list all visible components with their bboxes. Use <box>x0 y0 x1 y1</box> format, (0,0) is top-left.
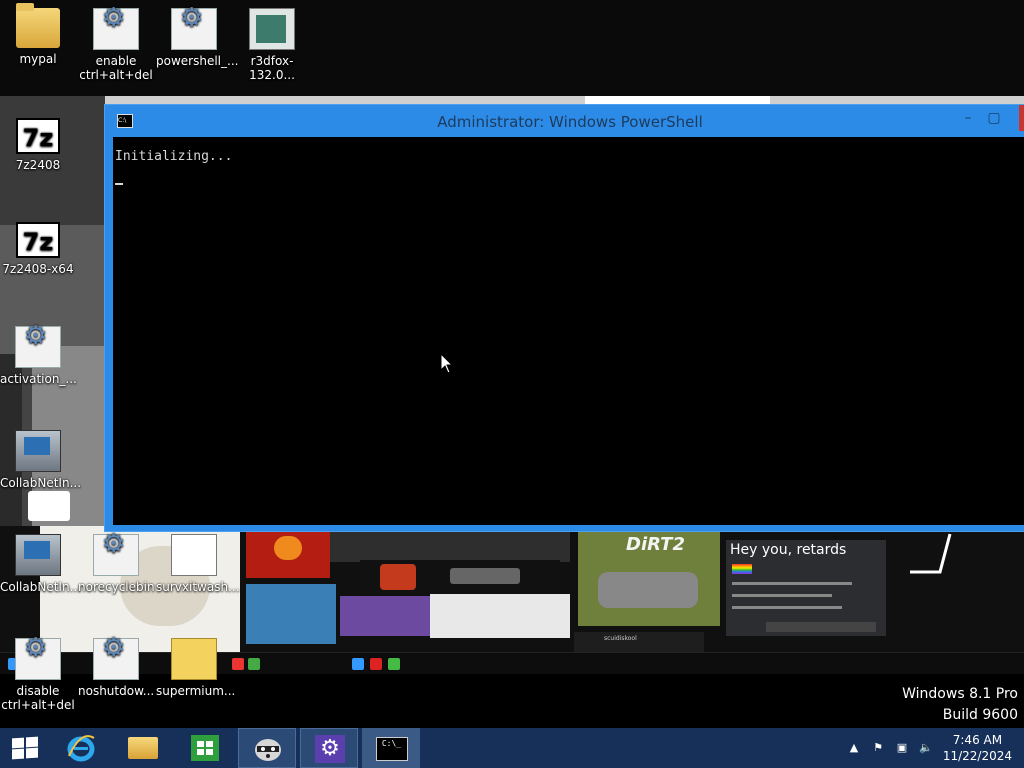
wallpaper-tile <box>360 560 560 594</box>
desktop-icon-collabnet-1[interactable]: CollabNetIn... <box>0 430 82 490</box>
network-icon[interactable]: ▣ <box>894 740 910 756</box>
desktop-icon-disable-ctrl-alt-del[interactable]: disable ctrl+alt+del <box>0 638 76 712</box>
desktop-icon-label: 7z2408 <box>15 158 61 172</box>
desktop-icon-powershell[interactable]: powershell_... <box>156 8 239 68</box>
raccoon-icon <box>253 735 283 763</box>
script-icon <box>15 638 61 680</box>
wallpaper-dirt2-tile: DiRT2 <box>578 530 720 626</box>
gear-icon: ⚙ <box>315 735 345 763</box>
desktop-icon-enable-ctrl-alt-del[interactable]: enable ctrl+alt+del <box>78 8 154 82</box>
wallpaper-discord-tile: Hey you, retards <box>726 540 886 636</box>
minimize-button[interactable]: – <box>955 107 981 131</box>
wallpaper-tile <box>340 596 430 636</box>
script-icon <box>93 638 139 680</box>
desktop-icon-label: powershell_... <box>156 54 239 68</box>
console-output-area[interactable]: Initializing... <box>113 137 1024 525</box>
windows-logo-icon <box>12 736 38 760</box>
script-icon <box>93 534 139 576</box>
desktop-icon-collabnet-2[interactable]: CollabNetIn... <box>0 534 82 594</box>
desktop-icon-survxitwash[interactable]: survxitwash... <box>156 534 240 594</box>
taskbar-file-explorer[interactable] <box>114 728 172 768</box>
clock-date: 11/22/2024 <box>942 749 1012 763</box>
wallpaper-tile <box>28 491 70 521</box>
desktop-icon-label: mypal <box>19 52 57 66</box>
folder-icon <box>16 3 60 48</box>
7zip-icon: 7z <box>16 118 60 154</box>
taskbar-powershell[interactable]: C:\_ <box>362 728 420 768</box>
taskbar-store[interactable] <box>176 728 234 768</box>
powershell-window[interactable]: C:\ Administrator: Windows PowerShell – … <box>104 104 1024 532</box>
console-icon: C:\_ <box>376 737 408 761</box>
wallpaper-tile <box>430 594 570 638</box>
wallpaper-tile: scuidiskool <box>574 632 704 652</box>
desktop-icon-label: disable ctrl+alt+del <box>1 684 75 712</box>
desktop-icon-label: survxitwash... <box>156 580 240 594</box>
show-hidden-icons-icon[interactable]: ▲ <box>846 740 862 756</box>
watermark-build: Build 9600 <box>942 707 1018 723</box>
desktop-icon-label: enable ctrl+alt+del <box>79 54 153 82</box>
desktop-icon-label: noshutdow... <box>78 684 155 698</box>
desktop-icon-label: CollabNetIn... <box>0 476 82 490</box>
script-icon <box>171 8 217 50</box>
desktop-icon-label: activation_... <box>0 372 77 386</box>
desktop-icon-r3dfox[interactable]: r3dfox-132.0... <box>234 8 310 82</box>
app-icon <box>249 8 295 50</box>
folder-icon <box>128 737 158 759</box>
taskbar-internet-explorer[interactable] <box>52 728 110 768</box>
store-icon <box>191 735 219 761</box>
wallpaper-tile <box>246 584 336 644</box>
box-icon <box>171 638 217 680</box>
desktop-icon-label: supermium... <box>156 684 236 698</box>
window-title: Administrator: Windows PowerShell <box>437 113 703 131</box>
windows-version-watermark: Windows 8.1 Pro Build 9600 <box>902 684 1018 726</box>
start-button[interactable] <box>0 728 58 768</box>
computer-icon <box>15 534 61 576</box>
taskbar: ⚙ C:\_ ▲ ⚑ ▣ 🔈 7:46 AM 11/22/2024 <box>0 728 1024 768</box>
script-icon <box>93 8 139 50</box>
taskbar-settings-app[interactable]: ⚙ <box>300 728 358 768</box>
desktop-icon-activation[interactable]: activation_... <box>0 326 77 386</box>
clock-time: 7:46 AM <box>952 733 1003 747</box>
desktop-icon-norecyclebin[interactable]: norecyclebin <box>78 534 155 594</box>
wallpaper-tile <box>585 96 770 104</box>
desktop-icon-label: r3dfox-132.0... <box>249 54 295 82</box>
ie-icon <box>66 734 96 762</box>
desktop-icon-label: norecyclebin <box>78 580 155 594</box>
desktop-icon-noshutdown[interactable]: noshutdow... <box>78 638 154 698</box>
taskbar-r3dfox[interactable] <box>238 728 296 768</box>
powershell-titlebar[interactable]: C:\ Administrator: Windows PowerShell – … <box>105 105 1024 137</box>
close-button[interactable] <box>1019 105 1024 131</box>
desktop-icon-mypal[interactable]: mypal <box>0 3 76 66</box>
action-center-flag-icon[interactable]: ⚑ <box>870 740 886 756</box>
desktop-icon-7z2408[interactable]: 7z 7z2408 <box>0 118 76 172</box>
computer-icon <box>15 430 61 472</box>
volume-muted-icon[interactable]: 🔈 <box>918 740 934 756</box>
desktop-icon-label: CollabNetIn... <box>0 580 82 594</box>
desktop-icon-supermium[interactable]: supermium... <box>156 638 236 698</box>
taskbar-clock[interactable]: 7:46 AM 11/22/2024 <box>943 732 1012 764</box>
wallpaper-scribble <box>900 526 954 576</box>
maximize-button[interactable]: ▢ <box>981 107 1007 131</box>
text-cursor <box>115 183 123 185</box>
7zip-icon: 7z <box>16 222 60 258</box>
app-icon <box>171 534 217 576</box>
script-icon <box>15 326 61 368</box>
desktop-icon-7z2408-x64[interactable]: 7z 7z2408-x64 <box>0 222 76 276</box>
console-line: Initializing... <box>115 149 233 164</box>
wallpaper-explosion <box>246 528 330 578</box>
system-tray: ▲ ⚑ ▣ 🔈 7:46 AM 11/22/2024 <box>824 728 1024 768</box>
desktop-icon-label: 7z2408-x64 <box>2 262 74 276</box>
watermark-edition: Windows 8.1 Pro <box>902 686 1018 702</box>
